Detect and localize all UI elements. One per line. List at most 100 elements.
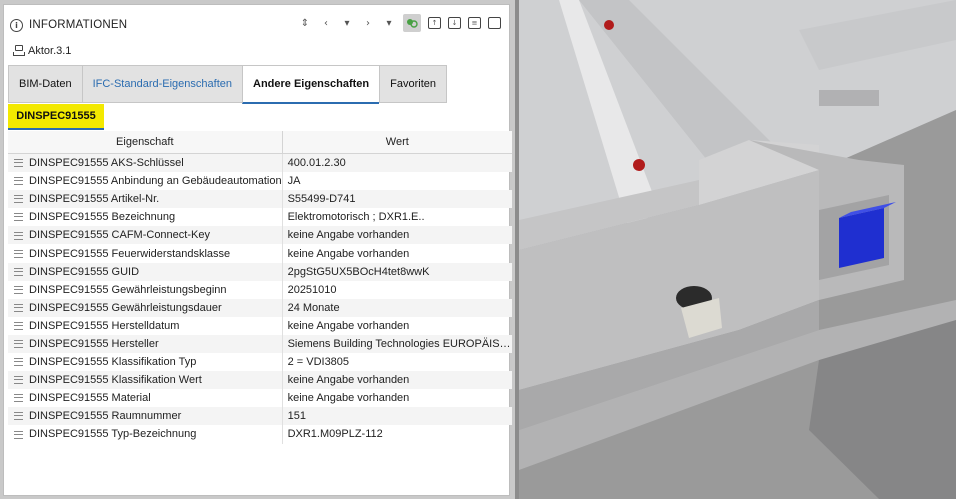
table-row[interactable]: DINSPEC91555 Klassifikation Typ 2 = VDI38…: [8, 353, 512, 372]
drag-handle-icon[interactable]: [14, 195, 23, 204]
drag-handle-icon[interactable]: [14, 159, 23, 168]
table-row[interactable]: DINSPEC91555 Anbindung an Gebäudeautomat…: [8, 172, 512, 191]
property-value: 20251010: [287, 283, 337, 296]
property-cell: DINSPEC91555 Bezeichnung: [8, 208, 283, 227]
table-row[interactable]: DINSPEC91555 Klassifikation Wert keine An…: [8, 371, 512, 390]
drag-handle-icon[interactable]: [14, 267, 23, 276]
table-row[interactable]: DINSPEC91555 Gewährleistungsdauer 24 Mona…: [8, 298, 512, 317]
property-name: DINSPEC91555 Klassifikation Typ: [29, 356, 197, 369]
table-row[interactable]: DINSPEC91555 AKS-Schlüssel 400.01.2.30: [8, 153, 512, 173]
properties-table: Eigenschaft Wert DINSPEC91555 AKS-Schlüs…: [8, 131, 512, 444]
table-row[interactable]: DINSPEC91555 Hersteller Siemens Building …: [8, 334, 512, 354]
drag-handle-icon[interactable]: [14, 358, 23, 367]
property-cell: DINSPEC91555 Artikel-Nr.: [8, 190, 283, 209]
sort-icon[interactable]: ⇕: [298, 16, 312, 30]
property-name: DINSPEC91555 Typ-Bezeichnung: [29, 428, 197, 441]
drag-handle-icon[interactable]: [14, 177, 23, 186]
property-value: keine Angabe vorhanden: [287, 319, 410, 332]
chevron-left-icon[interactable]: ‹: [319, 16, 333, 30]
column-header-value[interactable]: Wert: [282, 131, 512, 154]
export-icon-2[interactable]: ↓: [448, 17, 461, 29]
property-value: Siemens Building Technologies EUROPÄISCH…: [282, 334, 512, 354]
property-value: S55499-D741: [282, 190, 512, 209]
drag-handle-icon[interactable]: [14, 394, 23, 403]
property-cell: DINSPEC91555 Material: [8, 389, 283, 408]
property-value: DXR1.M09PLZ-112: [287, 428, 383, 441]
property-value: 2 = VDI3805: [287, 356, 350, 369]
panel-header: i INFORMATIONEN: [10, 14, 127, 36]
property-cell: DINSPEC91555 GUID: [8, 262, 283, 281]
tab-bim-daten[interactable]: BIM-Daten: [8, 65, 82, 103]
property-name: DINSPEC91555 Gewährleistungsbeginn: [29, 283, 227, 296]
dropdown-arrow-icon[interactable]: ▾: [382, 16, 396, 30]
table-row[interactable]: DINSPEC91555 Bezeichnung Elektromotorisch…: [8, 208, 512, 227]
property-name: DINSPEC91555 CAFM-Connect-Key: [29, 229, 210, 242]
drag-handle-icon[interactable]: [14, 231, 23, 240]
drag-handle-icon[interactable]: [14, 213, 23, 222]
property-name: DINSPEC91555 GUID: [29, 265, 140, 278]
table-row[interactable]: DINSPEC91555 Artikel-Nr. S55499-D741: [8, 190, 512, 209]
property-value: 400.01.2.30: [282, 153, 512, 173]
property-name: DINSPEC91555 Raumnummer: [29, 410, 182, 423]
table-row[interactable]: DINSPEC91555 Herstelldatum keine Angabe v…: [8, 316, 512, 335]
hierarchy-icon: [12, 45, 25, 57]
drag-handle-icon[interactable]: [14, 412, 23, 421]
tab-bar: BIM-Daten IFC-Standard-Eigenschaften And…: [8, 65, 447, 104]
property-cell: DINSPEC91555 Gewährleistungsdauer: [8, 298, 283, 317]
property-cell: DINSPEC91555 Klassifikation Typ: [8, 353, 283, 372]
column-header-property[interactable]: Eigenschaft: [8, 131, 283, 154]
element-name: Aktor.3.1: [12, 45, 71, 57]
property-cell: DINSPEC91555 Feuerwiderstandsklasse: [8, 244, 283, 263]
property-name: DINSPEC91555 Material: [29, 392, 151, 405]
property-cell: DINSPEC91555 Raumnummer: [8, 407, 283, 426]
property-name: DINSPEC91555 Feuerwiderstandsklasse: [29, 247, 231, 260]
table-row[interactable]: DINSPEC91555 CAFM-Connect-Key keine Angab…: [8, 226, 512, 245]
chevron-right-icon[interactable]: ›: [361, 16, 375, 30]
tab-favoriten[interactable]: Favoriten: [379, 65, 447, 103]
drag-handle-icon[interactable]: [14, 430, 23, 439]
drag-handle-icon[interactable]: [14, 321, 23, 330]
drag-handle-icon[interactable]: [14, 376, 23, 385]
drag-handle-icon[interactable]: [14, 249, 23, 258]
property-name: DINSPEC91555 Artikel-Nr.: [29, 193, 160, 206]
tab-ifc-standard[interactable]: IFC-Standard-Eigenschaften: [81, 65, 242, 103]
subtab-dinspec91555[interactable]: DINSPEC91555: [8, 104, 104, 130]
drag-handle-icon[interactable]: [14, 340, 23, 349]
property-value: 24 Monate: [282, 298, 512, 317]
property-name: DINSPEC91555 Bezeichnung: [29, 211, 176, 224]
property-value: 2pgStG5UX5BOcH4tet8wwK: [282, 262, 512, 281]
table-header: Eigenschaft Wert: [8, 131, 512, 154]
3d-model-view[interactable]: [519, 0, 956, 499]
header-toolbar: ⇕ ‹ ▾ › ▾ ↑ ↓ ≡: [298, 13, 501, 33]
table-row[interactable]: DINSPEC91555 Feuerwiderstandsklasse keine…: [8, 244, 512, 263]
table-row[interactable]: DINSPEC91555 Material keine Angabe vorhan…: [8, 389, 512, 408]
3d-viewport[interactable]: [519, 0, 956, 499]
tab-andere-eigenschaften[interactable]: Andere Eigenschaften: [242, 65, 380, 104]
property-cell: DINSPEC91555 Hersteller: [8, 334, 283, 354]
panel-icon[interactable]: [488, 17, 501, 29]
property-value: keine Angabe vorhanden: [287, 392, 410, 405]
property-cell: DINSPEC91555 AKS-Schlüssel: [8, 153, 283, 173]
table-row[interactable]: DINSPEC91555 GUID 2pgStG5UX5BOcH4tet8wwK: [8, 262, 512, 281]
drag-handle-icon[interactable]: [14, 285, 23, 294]
drag-handle-icon[interactable]: [14, 303, 23, 312]
element-label: Aktor.3.1: [28, 45, 72, 57]
info-icon: i: [10, 18, 23, 32]
property-cell: DINSPEC91555 Typ-Bezeichnung: [8, 425, 283, 444]
table-row[interactable]: DINSPEC91555 Typ-Bezeichnung DXR1.M09PLZ-…: [8, 425, 512, 444]
table-row[interactable]: DINSPEC91555 Raumnummer 151: [8, 407, 512, 426]
property-name: DINSPEC91555 Anbindung an Gebäudeautomat…: [29, 175, 282, 188]
dropdown-arrow-icon[interactable]: ▾: [340, 16, 354, 30]
property-name: DINSPEC91555 Klassifikation Wert: [29, 374, 202, 387]
information-panel-body: i INFORMATIONEN ⇕ ‹ ▾ › ▾ ↑ ↓ ≡ Aktor.3.…: [3, 4, 512, 496]
property-cell: DINSPEC91555 CAFM-Connect-Key: [8, 226, 283, 245]
property-cell: DINSPEC91555 Klassifikation Wert: [8, 371, 283, 390]
export-icon-3[interactable]: ≡: [468, 17, 481, 29]
property-value: Elektromotorisch ; DXR1.E..: [287, 211, 425, 224]
export-icon-1[interactable]: ↑: [428, 17, 441, 29]
property-value: keine Angabe vorhanden: [282, 226, 512, 245]
property-name: DINSPEC91555 Herstelldatum: [29, 319, 180, 332]
link-icon[interactable]: [403, 14, 421, 32]
table-row[interactable]: DINSPEC91555 Gewährleistungsbeginn 202510…: [8, 280, 512, 299]
property-value: 151: [282, 407, 512, 426]
